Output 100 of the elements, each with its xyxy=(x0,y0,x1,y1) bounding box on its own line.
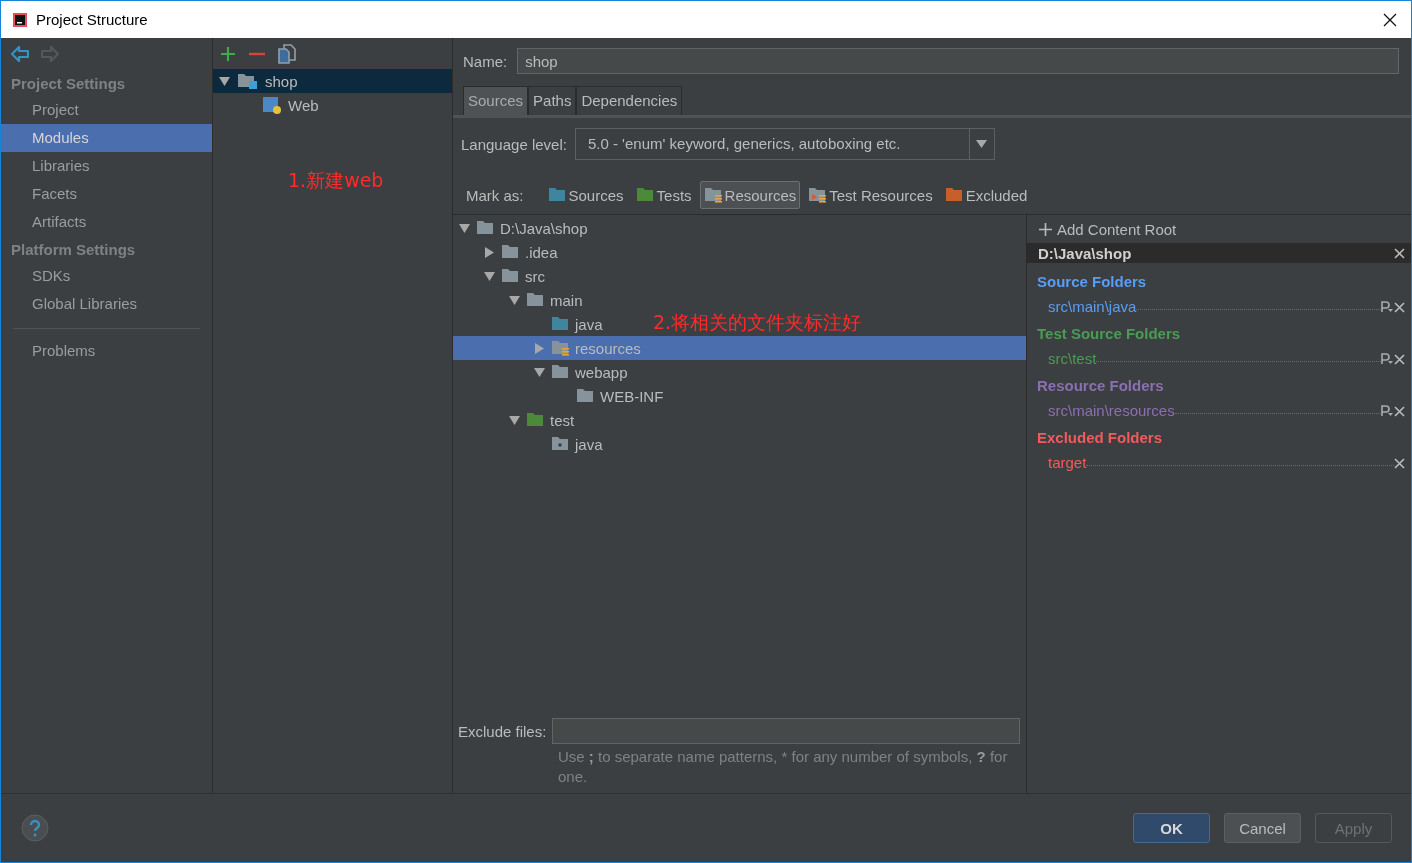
folder-label: .idea xyxy=(525,243,558,261)
collapse-arrow-icon[interactable] xyxy=(458,222,470,234)
remove-icon[interactable] xyxy=(1394,458,1405,469)
folder-icon xyxy=(526,291,545,309)
folder-label: java xyxy=(575,315,603,333)
sidebar-item[interactable]: Modules xyxy=(1,124,212,152)
module-label: shop xyxy=(265,72,298,90)
app-logo-icon xyxy=(12,11,28,28)
module-label: Web xyxy=(288,96,319,114)
sidebar-item[interactable]: Global Libraries xyxy=(1,290,212,318)
resource-folder-icon xyxy=(808,186,828,204)
resource-folder-icon xyxy=(551,339,570,357)
close-icon[interactable] xyxy=(1394,247,1405,259)
close-icon[interactable] xyxy=(1383,12,1397,27)
folder-label: main xyxy=(550,291,583,309)
expand-arrow-icon[interactable] xyxy=(483,246,495,258)
exclude-files-field[interactable] xyxy=(552,718,1020,744)
module-folder-icon xyxy=(237,72,259,90)
mark-as-label: Mark as: xyxy=(466,186,524,204)
mark-as-button[interactable]: Excluded xyxy=(940,181,1032,209)
mark-as-button[interactable]: Test Resources xyxy=(804,181,937,209)
name-label: Name: xyxy=(463,52,508,70)
language-level-dropdown[interactable]: 5.0 - 'enum' keyword, generics, autoboxing etc. xyxy=(574,128,995,160)
folder-icon xyxy=(551,315,570,333)
folder-label: D:\Java\shop xyxy=(500,219,588,237)
folder-icon xyxy=(547,186,567,204)
tab[interactable]: Paths xyxy=(528,86,577,115)
tree-row[interactable]: src xyxy=(453,264,549,288)
sidebar-item[interactable]: Libraries xyxy=(1,152,212,180)
tree-row[interactable]: D:\Java\shop xyxy=(453,216,592,240)
folder-label: resources xyxy=(575,339,641,357)
folder-icon xyxy=(576,387,595,405)
annotation-text: 2.将相关的文件夹标注好 xyxy=(653,310,862,335)
folder-icon xyxy=(944,186,964,204)
dialog-button[interactable]: Cancel xyxy=(1224,813,1301,843)
language-level-label: Language level: xyxy=(461,135,567,153)
remove-icon[interactable] xyxy=(1394,301,1405,313)
folder-icon xyxy=(635,186,655,204)
sidebar-item[interactable]: Facets xyxy=(1,180,212,208)
dialog-button[interactable]: OK xyxy=(1133,813,1210,843)
window-title: Project Structure xyxy=(36,11,149,28)
annotation-text: 1.新建web xyxy=(288,168,384,193)
folder-path[interactable]: target xyxy=(1048,454,1087,471)
folder-label: java xyxy=(575,435,603,453)
module-row[interactable]: Web xyxy=(213,93,452,117)
folder-group-title: Resource Folders xyxy=(1037,377,1165,396)
folder-path[interactable]: src\test xyxy=(1048,350,1097,367)
section-header: Project Settings xyxy=(10,74,127,94)
tree-row[interactable]: java xyxy=(453,432,607,456)
collapse-arrow-icon[interactable] xyxy=(508,294,520,306)
hint-text: Use ; to separate name patterns, * for any number of symbols, ? for one. xyxy=(558,747,1009,787)
sidebar-item[interactable]: Problems xyxy=(1,337,212,365)
properties-icon[interactable] xyxy=(1381,405,1393,417)
copy-icon[interactable] xyxy=(278,43,296,64)
section-header: Platform Settings xyxy=(10,240,137,260)
folder-icon xyxy=(501,243,520,261)
folder-icon xyxy=(526,411,545,429)
collapse-arrow-icon[interactable] xyxy=(483,270,495,282)
collapse-arrow-icon[interactable] xyxy=(508,414,520,426)
remove-icon[interactable] xyxy=(1394,405,1405,417)
help-icon[interactable] xyxy=(21,814,49,842)
tree-row[interactable]: .idea xyxy=(453,240,562,264)
tab[interactable]: Sources xyxy=(463,86,529,115)
mark-as-button[interactable]: Tests xyxy=(631,181,696,209)
folder-group-title: Excluded Folders xyxy=(1037,429,1164,448)
add-content-root-button[interactable]: Add Content Root xyxy=(1027,215,1411,236)
properties-icon[interactable] xyxy=(1381,353,1393,365)
tree-row[interactable]: main xyxy=(453,288,587,312)
mark-as-button[interactable]: Sources xyxy=(543,181,628,209)
folder-icon xyxy=(551,363,570,381)
tree-row[interactable]: java xyxy=(453,312,607,336)
folder-label: WEB-INF xyxy=(600,387,664,405)
folder-group-title: Source Folders xyxy=(1037,273,1148,292)
name-field[interactable]: shop xyxy=(517,48,1399,74)
folder-path[interactable]: src\main\java xyxy=(1048,298,1137,315)
content-root-path: D:\Java\shop xyxy=(1038,244,1133,262)
back-arrow-icon[interactable] xyxy=(11,46,29,62)
sidebar-item[interactable]: SDKs xyxy=(1,262,212,290)
remove-icon[interactable] xyxy=(1394,353,1405,365)
folder-icon xyxy=(501,267,520,285)
tree-row[interactable]: webapp xyxy=(453,360,632,384)
mark-as-button[interactable]: Resources xyxy=(699,181,801,209)
folder-label: test xyxy=(550,411,575,429)
tree-row[interactable]: test xyxy=(453,408,579,432)
sidebar-item[interactable]: Artifacts xyxy=(1,208,212,236)
module-row[interactable]: shop xyxy=(213,69,452,93)
tab[interactable]: Dependencies xyxy=(576,86,683,115)
sidebar-item[interactable]: Project xyxy=(1,96,212,124)
folder-group-title: Test Source Folders xyxy=(1037,325,1182,344)
folder-icon xyxy=(476,219,495,237)
add-icon[interactable] xyxy=(220,45,236,62)
package-folder-icon xyxy=(551,435,570,453)
web-facet-icon xyxy=(262,96,282,114)
tree-row[interactable]: WEB-INF xyxy=(453,384,668,408)
properties-icon[interactable] xyxy=(1381,301,1393,313)
dropdown-arrow-icon[interactable] xyxy=(976,140,988,148)
folder-label: webapp xyxy=(575,363,628,381)
collapse-arrow-icon[interactable] xyxy=(533,366,545,378)
add-icon xyxy=(1039,223,1052,236)
collapse-arrow-icon[interactable] xyxy=(218,75,230,87)
